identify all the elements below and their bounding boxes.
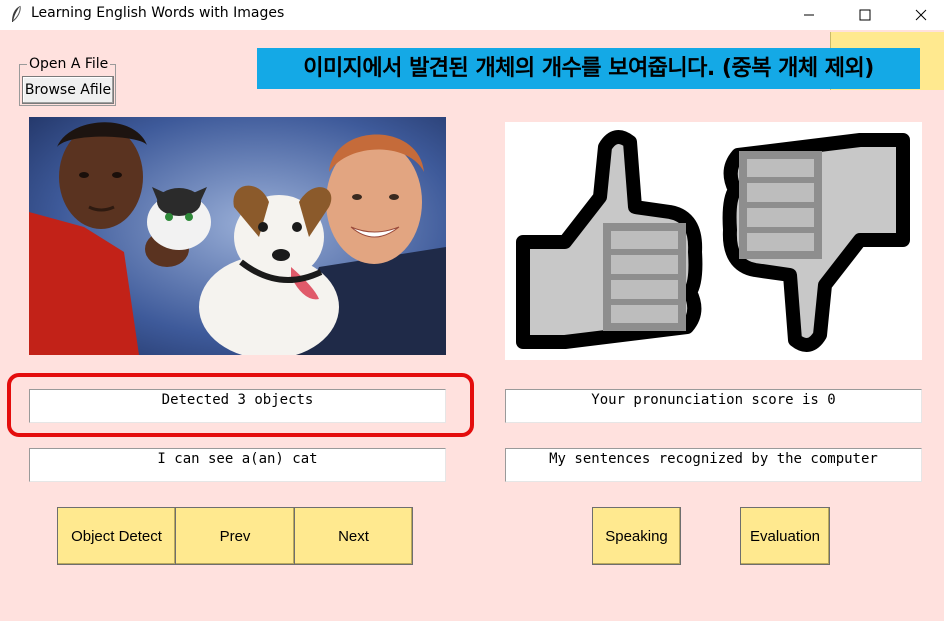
annotation-highlight-box	[7, 373, 474, 437]
prev-button[interactable]: Prev	[175, 507, 295, 565]
window-title: Learning English Words with Images	[31, 5, 285, 21]
minimize-button[interactable]	[786, 0, 832, 30]
browse-file-button[interactable]: Browse Afile	[22, 76, 114, 104]
evaluation-button[interactable]: Evaluation	[740, 507, 830, 565]
maximize-icon	[859, 9, 871, 21]
annotation-banner: 이미지에서 발견된 개체의 개수를 보여줍니다. (중복 개체 제외)	[257, 48, 920, 89]
sentence-display: I can see a(an) cat	[29, 448, 446, 482]
speaking-button[interactable]: Speaking	[592, 507, 681, 565]
minimize-icon	[804, 14, 814, 16]
thumbs-down-icon	[722, 133, 910, 352]
object-detect-button[interactable]: Object Detect	[57, 507, 176, 565]
open-file-frame-label: Open A File	[27, 56, 111, 72]
pronunciation-score-display: Your pronunciation score is 0	[505, 389, 922, 423]
next-button[interactable]: Next	[294, 507, 413, 565]
title-bar: Learning English Words with Images	[0, 0, 944, 30]
recognized-sentence-display: My sentences recognized by the computer	[505, 448, 922, 482]
feather-icon	[8, 5, 24, 25]
evaluation-image	[505, 122, 922, 360]
maximize-button[interactable]	[842, 0, 888, 30]
close-icon	[915, 9, 927, 21]
thumbs-up-icon	[516, 130, 703, 349]
detected-image	[29, 117, 446, 355]
close-button[interactable]	[898, 0, 944, 30]
